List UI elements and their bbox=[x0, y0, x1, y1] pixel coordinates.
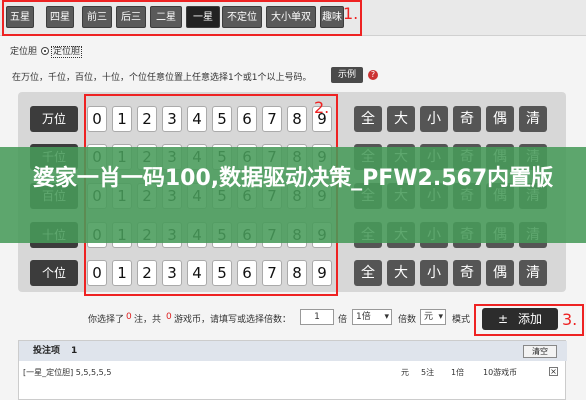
annotation-box-1 bbox=[2, 0, 362, 36]
bet-text-mid1: 注，共 bbox=[134, 315, 162, 325]
help-icon[interactable]: ? bbox=[368, 70, 378, 80]
bet-count: 0 bbox=[126, 312, 132, 322]
annotation-label-1: 1. bbox=[343, 4, 359, 23]
quick-select-wan-2[interactable]: 小 bbox=[420, 106, 448, 132]
bet-list-count: 1 bbox=[71, 346, 78, 356]
example-button[interactable]: 示例 bbox=[331, 67, 363, 83]
multiple-select-value: 1倍 bbox=[356, 312, 371, 322]
currency-mode-value: 元 bbox=[424, 312, 434, 322]
bet-list-header: 投注项 1 清空 bbox=[19, 341, 567, 361]
multiple-input[interactable]: 1 bbox=[300, 309, 334, 325]
instruction-text: 在万位，千位，百位，十位，个位任意位置上任意选择1个或1个以上号码。 bbox=[12, 73, 312, 83]
delete-icon[interactable]: × bbox=[549, 367, 558, 376]
mode-selected[interactable]: 定位胆 bbox=[51, 46, 83, 58]
annotation-label-2: 2. bbox=[314, 98, 330, 117]
overlay-banner-text: 婆家一肖一码100,数据驱动决策_PFW2.567内置版 bbox=[32, 166, 554, 191]
clear-button[interactable]: 清空 bbox=[523, 345, 557, 358]
list-item[interactable]: [一星_定位胆] 5,5,5,5,5 元 5注 1倍 10游戏币 × bbox=[23, 367, 561, 381]
quick-select-wan-4[interactable]: 偶 bbox=[486, 106, 514, 132]
bet-text-mid2: 游戏币，请填写或选择倍数： bbox=[174, 315, 292, 325]
bet-coins: 0 bbox=[166, 312, 172, 322]
list-item-multiple: 1倍 bbox=[451, 368, 465, 377]
list-item-text: [一星_定位胆] 5,5,5,5,5 bbox=[23, 368, 112, 377]
quick-select-ge-4[interactable]: 偶 bbox=[486, 260, 514, 286]
mode-label: 定位胆 bbox=[10, 47, 38, 57]
mode-radio-icon[interactable] bbox=[41, 47, 50, 55]
chevron-down-icon: ▾ bbox=[384, 312, 389, 322]
list-item-unit: 元 bbox=[401, 368, 409, 377]
quick-select-wan-0[interactable]: 全 bbox=[354, 106, 382, 132]
quick-select-wan-3[interactable]: 奇 bbox=[453, 106, 481, 132]
list-item-count: 5注 bbox=[421, 368, 435, 377]
chevron-down-icon: ▾ bbox=[438, 312, 443, 322]
quick-select-ge-5[interactable]: 清 bbox=[519, 260, 547, 286]
quick-select-ge-0[interactable]: 全 bbox=[354, 260, 382, 286]
multiple-unit: 倍 bbox=[338, 315, 348, 325]
mode-row: 定位胆 定位胆 bbox=[10, 44, 83, 58]
quick-select-wan-1[interactable]: 大 bbox=[387, 106, 415, 132]
position-label-wan: 万位 bbox=[30, 106, 78, 132]
quick-select-ge-1[interactable]: 大 bbox=[387, 260, 415, 286]
quick-select-ge-3[interactable]: 奇 bbox=[453, 260, 481, 286]
bet-list-panel: 投注项 1 清空 [一星_定位胆] 5,5,5,5,5 元 5注 1倍 10游戏… bbox=[18, 340, 567, 400]
mode-select-label: 倍数 bbox=[398, 315, 417, 325]
position-label-ge: 个位 bbox=[30, 260, 78, 286]
multiple-select[interactable]: 1倍 ▾ bbox=[352, 309, 392, 325]
quick-select-ge-2[interactable]: 小 bbox=[420, 260, 448, 286]
mode-text: 模式 bbox=[452, 315, 471, 325]
list-item-amount: 10游戏币 bbox=[483, 368, 518, 377]
quick-select-wan-5[interactable]: 清 bbox=[519, 106, 547, 132]
currency-mode-select[interactable]: 元 ▾ bbox=[420, 309, 446, 325]
annotation-label-3: 3. bbox=[562, 310, 578, 329]
bet-text-prefix: 你选择了 bbox=[88, 315, 125, 325]
bet-list-title: 投注项 bbox=[33, 346, 61, 356]
